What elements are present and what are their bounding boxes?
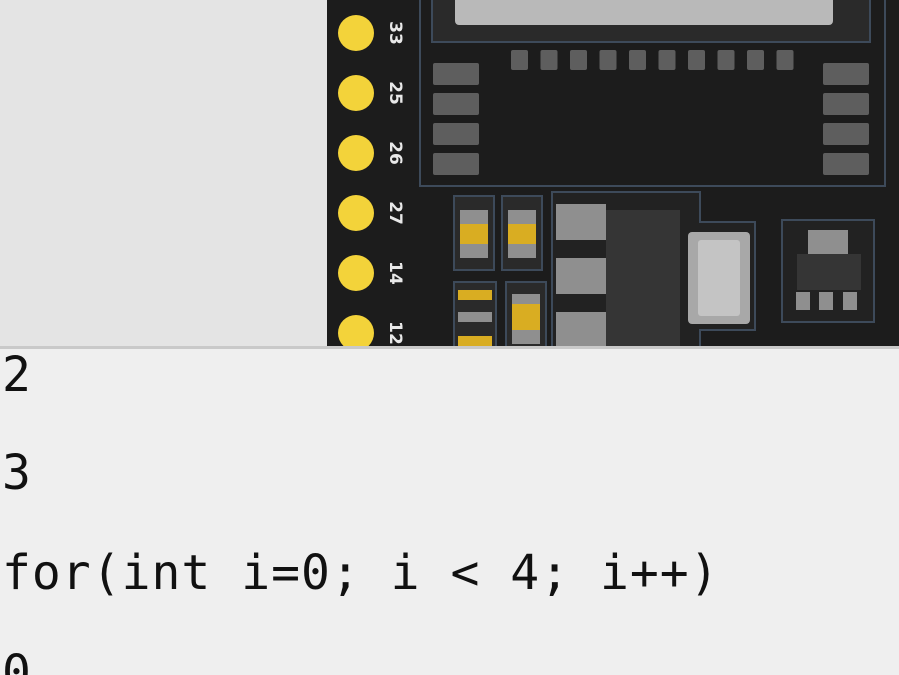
module-pad [823, 153, 869, 175]
serial-monitor-output: 2 3 for(int i=0; i < 4; i++) 0 [0, 349, 899, 675]
module-pad [776, 50, 794, 70]
module-pad [717, 50, 735, 70]
gpio-pin-label: 26 [385, 141, 405, 165]
gpio-pin-pad[interactable] [338, 255, 374, 291]
esp32-board-image: 33 25 26 27 14 12 [327, 0, 899, 348]
module-pad [540, 50, 558, 70]
serial-line: for(int i=0; i < 4; i++) [2, 545, 720, 601]
module-pad [433, 93, 479, 115]
gpio-pin-label: 12 [385, 321, 405, 345]
module-pad [570, 50, 587, 70]
serial-line: 3 [2, 445, 32, 501]
gpio-pin-pad[interactable] [338, 75, 374, 111]
module-pad [747, 50, 764, 70]
gpio-pin-label: 27 [385, 201, 405, 225]
module-pad [823, 63, 869, 85]
serial-line: 2 [2, 349, 32, 403]
module-pad [629, 50, 646, 70]
gpio-pin-label: 25 [385, 81, 405, 105]
module-shield [455, 0, 833, 25]
module-pad [433, 123, 479, 145]
serial-line: 0 [2, 645, 32, 675]
gpio-pin-pad[interactable] [338, 135, 374, 171]
module-pad [599, 50, 617, 70]
gpio-pin-pad[interactable] [338, 195, 374, 231]
module-pad [433, 153, 479, 175]
module-pad [511, 50, 528, 70]
gpio-pin-label: 14 [385, 261, 405, 285]
module-pad [658, 50, 676, 70]
module-pad [433, 63, 479, 85]
gpio-pin-pad[interactable] [338, 15, 374, 51]
module-pad [688, 50, 705, 70]
breadboard-canvas[interactable]: 33 25 26 27 14 12 [0, 0, 899, 348]
module-pad [823, 123, 869, 145]
module-pad [823, 93, 869, 115]
gpio-pin-label: 33 [385, 21, 405, 45]
